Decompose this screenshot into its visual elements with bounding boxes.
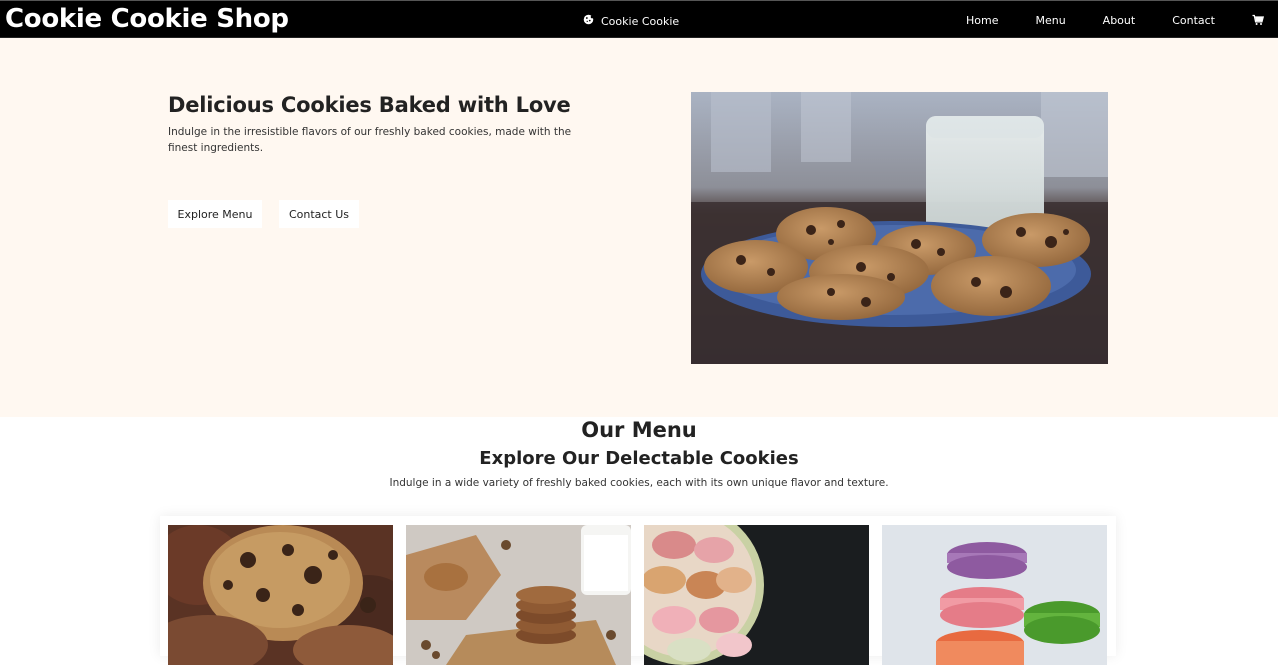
hero-section: Delicious Cookies Baked with Love Indulg… xyxy=(0,38,1278,417)
explore-menu-button[interactable]: Explore Menu xyxy=(168,200,262,228)
main-nav: Home Menu About Contact xyxy=(966,1,1278,39)
menu-card-image-cookie-stack[interactable] xyxy=(406,525,631,665)
center-brand-label: Cookie Cookie xyxy=(601,14,680,28)
menu-card-image-macaron-bowl[interactable] xyxy=(644,525,869,665)
center-brand[interactable]: Cookie Cookie xyxy=(583,13,679,29)
menu-description: Indulge in a wide variety of freshly bak… xyxy=(389,477,889,489)
nav-about[interactable]: About xyxy=(1103,14,1136,27)
menu-cards xyxy=(160,516,1116,665)
nav-home[interactable]: Home xyxy=(966,14,998,27)
menu-heading: Our Menu xyxy=(581,418,697,442)
hero-description: Indulge in the irresistible flavors of o… xyxy=(168,126,572,154)
top-navbar: Cookie Cookie Shop Cookie Cookie Home Me… xyxy=(0,0,1278,38)
cart-icon[interactable] xyxy=(1252,14,1264,26)
nav-contact[interactable]: Contact xyxy=(1172,14,1215,27)
cookie-icon xyxy=(583,14,594,28)
menu-card-image-chocolate-chip[interactable] xyxy=(168,525,393,665)
menu-subheading: Explore Our Delectable Cookies xyxy=(479,448,799,469)
contact-us-button[interactable]: Contact Us xyxy=(279,200,359,228)
hero-cookies-milk-image xyxy=(691,92,1108,364)
menu-card-image-macaron-stack[interactable] xyxy=(882,525,1107,665)
nav-menu[interactable]: Menu xyxy=(1035,14,1065,27)
hero-title: Delicious Cookies Baked with Love xyxy=(168,93,571,117)
site-brand[interactable]: Cookie Cookie Shop xyxy=(5,2,289,36)
